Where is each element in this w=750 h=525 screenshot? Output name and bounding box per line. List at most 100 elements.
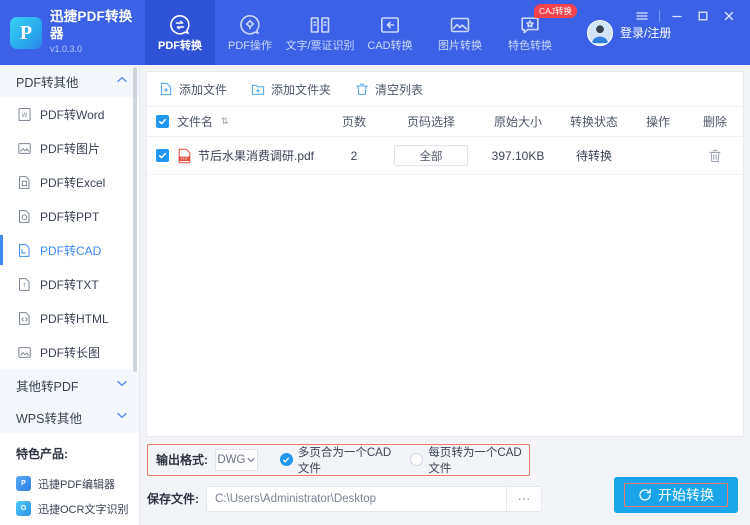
pdf-editor-icon: P: [16, 476, 31, 491]
sidebar-item-pdf-to-html[interactable]: PDF转HTML: [0, 301, 139, 335]
chevron-up-icon: [117, 76, 127, 86]
merge-mode-radio-group: 多页合为一个CAD文件 每页转为一个CAD文件: [279, 444, 529, 476]
radio-merge-all-pages[interactable]: 多页合为一个CAD文件: [279, 444, 399, 476]
toolbar-button-label: 添加文件: [179, 82, 228, 97]
caj-badge: CAJ转换: [533, 4, 577, 19]
tab-cad-convert[interactable]: CAD转换: [355, 0, 425, 65]
sidebar-item-label: PDF转CAD: [40, 243, 102, 258]
sidebar-group-others-to-pdf[interactable]: 其他转PDF: [0, 369, 139, 401]
row-select-cell: [147, 149, 177, 162]
browse-path-button[interactable]: ···: [506, 485, 542, 512]
longimage-file-icon: [17, 345, 32, 360]
group-label: PDF转其他: [16, 75, 79, 90]
cad-convert-icon: [378, 13, 402, 37]
column-header-size: 原始大小: [493, 115, 542, 129]
radio-selected-icon: [279, 453, 293, 466]
app-body: PDF转其他 W PDF转Word PDF转图片 PDF转Excel PDF转P…: [0, 65, 750, 525]
save-path-input[interactable]: C:\Users\Administrator\Desktop: [206, 485, 506, 512]
svg-text:T: T: [23, 283, 26, 289]
sidebar-item-label: PDF转Word: [40, 107, 105, 122]
tab-pdf-operate[interactable]: PDF操作: [215, 0, 285, 65]
tab-feature-convert[interactable]: CAJ转换 特色转换: [495, 0, 577, 65]
group-label: WPS转其他: [16, 411, 82, 426]
tab-text-recognize[interactable]: 文字/票证识别: [285, 0, 355, 65]
column-header-delete: 删除: [702, 115, 727, 129]
image-file-icon: [17, 141, 32, 156]
tab-pdf-convert[interactable]: PDF转换: [145, 0, 215, 65]
main-content: 添加文件 添加文件夹 清空列表 文件名 ⇅ 页数 页码选择 原始大小 转换状态 …: [140, 65, 750, 525]
sidebar-group-wps-to-others[interactable]: WPS转其他: [0, 401, 139, 433]
tab-label: PDF转换: [158, 40, 202, 52]
logo-icon: P: [10, 16, 42, 49]
tab-label: 特色转换: [508, 40, 552, 52]
maximize-icon[interactable]: [690, 6, 716, 26]
app-title: 迅捷PDF转换器: [50, 9, 133, 42]
featured-item-ppt-template[interactable]: P 办公资源PPT模板: [16, 521, 139, 525]
sidebar-scrollbar[interactable]: [133, 67, 137, 372]
featured-item-label: 迅捷OCR文字识别: [38, 503, 129, 516]
chevron-down-icon: [247, 454, 256, 466]
clear-list-button[interactable]: 清空列表: [355, 81, 423, 98]
add-file-icon: [159, 82, 173, 96]
row-filename: 节后水果消费调研.pdf: [198, 149, 315, 163]
svg-text:PDF: PDF: [181, 157, 188, 161]
sidebar-item-label: PDF转Excel: [40, 175, 106, 190]
application-window: P 迅捷PDF转换器 v1.0.3.0 PDF转换 PDF操作 文字/票证识别 …: [0, 0, 750, 525]
featured-products-title: 特色产品:: [16, 447, 68, 461]
radio-label: 多页合为一个CAD文件: [297, 446, 392, 475]
row-checkbox[interactable]: [155, 149, 169, 162]
close-icon[interactable]: [716, 6, 742, 26]
file-list-empty-area: [147, 175, 743, 436]
clear-list-icon: [355, 82, 369, 96]
sidebar-item-pdf-to-txt[interactable]: T PDF转TXT: [0, 267, 139, 301]
sidebar-item-label: PDF转TXT: [40, 277, 99, 292]
menu-icon[interactable]: [629, 6, 655, 26]
tab-label: PDF操作: [228, 40, 272, 52]
start-conversion-button[interactable]: 开始转换: [614, 477, 738, 513]
output-format-select[interactable]: DWG: [215, 448, 258, 471]
featured-item-pdf-editor[interactable]: P 迅捷PDF编辑器: [16, 471, 139, 496]
tab-label: 文字/票证识别: [285, 40, 355, 52]
featured-item-ocr[interactable]: O 迅捷OCR文字识别: [16, 496, 139, 521]
chevron-down-icon: [117, 412, 127, 422]
sidebar-item-pdf-to-word[interactable]: W PDF转Word: [0, 97, 139, 131]
row-filename-cell: PDF 节后水果消费调研.pdf: [177, 147, 323, 164]
chevron-down-icon: [117, 380, 127, 390]
start-conversion-area: 开始转换: [614, 477, 738, 513]
sidebar-item-pdf-to-ppt[interactable]: PDF转PPT: [0, 199, 139, 233]
add-file-button[interactable]: 添加文件: [159, 81, 227, 98]
page-range-button[interactable]: 全部: [394, 145, 468, 166]
column-header-pages: 页数: [341, 115, 366, 129]
minimize-icon[interactable]: [664, 6, 690, 26]
table-row[interactable]: PDF 节后水果消费调研.pdf 2 全部 397.10KB 待转换: [147, 137, 743, 175]
trash-icon[interactable]: [708, 148, 722, 163]
column-header-filename[interactable]: 文件名 ⇅: [177, 113, 323, 130]
sidebar-item-label: PDF转图片: [40, 141, 101, 156]
column-header-status: 转换状态: [569, 115, 618, 129]
pdf-convert-icon: [168, 13, 192, 37]
image-convert-icon: [448, 13, 472, 37]
add-folder-icon: [251, 82, 265, 96]
radio-one-file-per-page[interactable]: 每页转为一个CAD文件: [410, 444, 529, 476]
logo-letter: P: [19, 21, 33, 44]
ocr-recognize-icon: [308, 13, 332, 37]
icon-letter: O: [20, 505, 27, 512]
window-controls-divider: [659, 10, 660, 22]
row-delete-cell: [687, 148, 743, 163]
sidebar-item-pdf-to-cad[interactable]: PDF转CAD: [0, 233, 139, 267]
svg-text:W: W: [22, 113, 28, 119]
save-path-label: 保存文件:: [147, 492, 199, 506]
sidebar-item-pdf-to-longimage[interactable]: PDF转长图: [0, 335, 139, 369]
word-file-icon: W: [17, 107, 32, 122]
conversion-settings-footer: 输出格式: DWG 多页合为一个CAD文件 每页转为一个CAD文件 保存文件: …: [146, 437, 744, 519]
sidebar-item-pdf-to-image[interactable]: PDF转图片: [0, 131, 139, 165]
select-all-checkbox[interactable]: [155, 115, 169, 128]
file-toolbar: 添加文件 添加文件夹 清空列表: [147, 72, 743, 107]
add-folder-button[interactable]: 添加文件夹: [251, 81, 331, 98]
sidebar-group-pdf-to-others[interactable]: PDF转其他: [0, 65, 139, 97]
toolbar-button-label: 清空列表: [375, 82, 424, 97]
tab-image-convert[interactable]: 图片转换: [425, 0, 495, 65]
output-format-label: 输出格式:: [156, 453, 208, 467]
sidebar-item-pdf-to-excel[interactable]: PDF转Excel: [0, 165, 139, 199]
html-file-icon: [17, 311, 32, 326]
